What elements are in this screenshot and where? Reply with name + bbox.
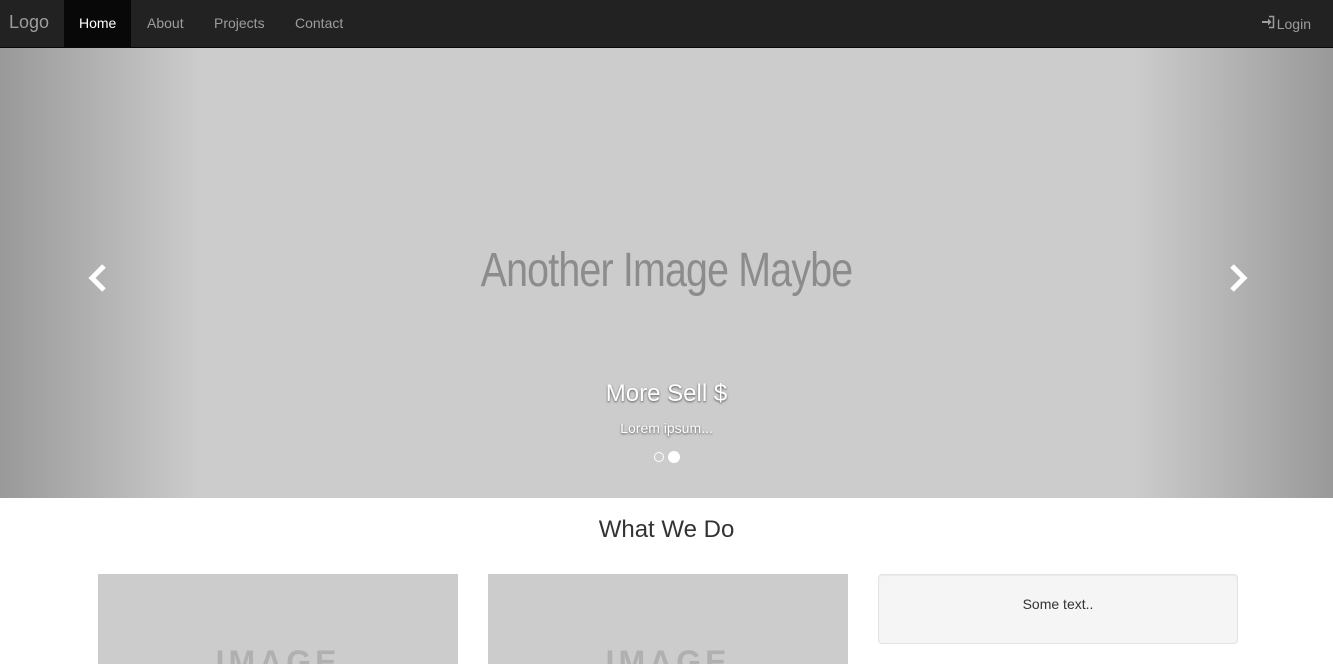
card-image-label: IMAGE xyxy=(605,644,731,664)
carousel-indicators xyxy=(654,451,680,463)
section-title: What We Do xyxy=(598,516,735,543)
carousel-indicator-1[interactable] xyxy=(654,452,664,462)
login-icon xyxy=(1261,1,1275,47)
nav-item-about[interactable]: About xyxy=(132,0,199,47)
chevron-left-icon[interactable] xyxy=(84,263,114,293)
carousel-indicator-2[interactable] xyxy=(668,451,680,463)
text-well: Some text.. xyxy=(878,574,1238,644)
caption-body: Lorem ipsum... xyxy=(620,420,713,436)
brand-logo[interactable]: Logo xyxy=(9,11,49,33)
slide-image-text: Another Image Maybe xyxy=(480,244,853,297)
login-link[interactable]: Login xyxy=(1261,0,1311,47)
login-label: Login xyxy=(1276,15,1311,32)
image-carousel: Another Image Maybe More Sell $ Lorem ip… xyxy=(0,48,1333,498)
card-image-2: IMAGE xyxy=(488,574,848,664)
caption-title: More Sell $ xyxy=(605,380,728,407)
nav-item-projects[interactable]: Projects xyxy=(199,0,280,47)
chevron-right-icon[interactable] xyxy=(1222,263,1252,293)
nav-item-home[interactable]: Home xyxy=(64,0,132,47)
card-image-label: IMAGE xyxy=(215,644,341,664)
nav-item-contact[interactable]: Contact xyxy=(280,0,358,47)
card-image-1: IMAGE xyxy=(98,574,458,664)
navbar: Logo Home About Projects Contact Login xyxy=(0,0,1333,48)
